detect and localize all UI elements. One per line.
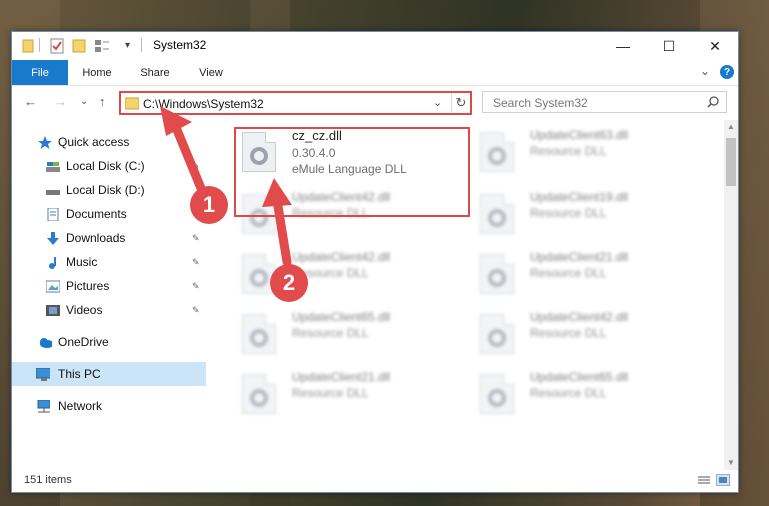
arrow-to-file — [262, 178, 292, 267]
step-marker-1: 1 — [190, 186, 228, 224]
step-marker-2: 2 — [270, 264, 308, 302]
annotation-arrows — [160, 106, 292, 267]
arrow-to-address-bar — [160, 106, 210, 203]
